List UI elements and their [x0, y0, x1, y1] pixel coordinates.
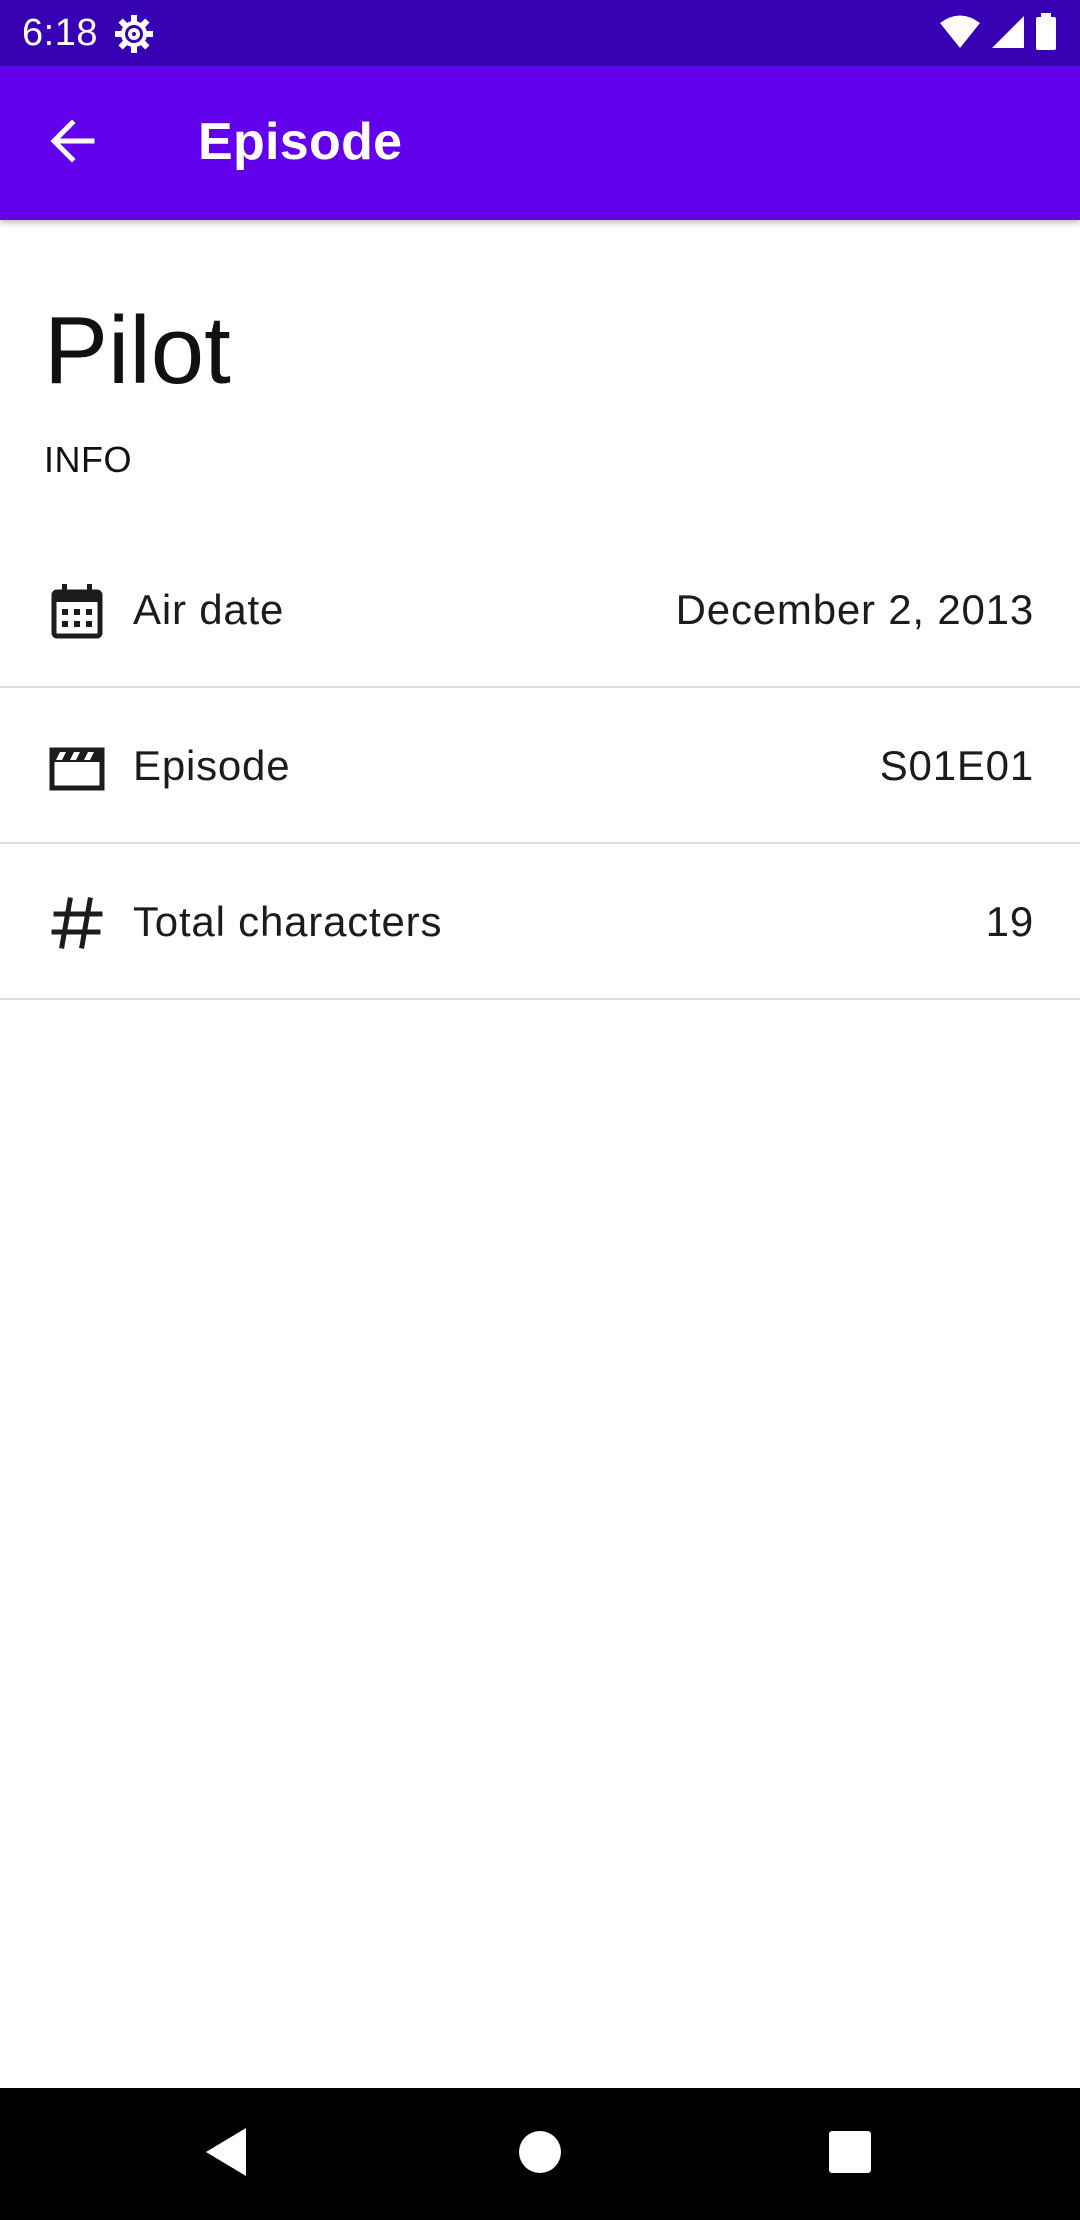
- info-row-label: Total characters: [133, 898, 443, 945]
- app-bar-title: Episode: [198, 113, 403, 171]
- status-icons: [938, 12, 1058, 56]
- info-row-value: December 2, 2013: [675, 586, 1034, 633]
- app-bar: Episode: [0, 66, 1080, 220]
- status-bar: 6:18: [0, 0, 1080, 66]
- system-nav-bar: [0, 2088, 1080, 2220]
- nav-back-button[interactable]: [190, 2118, 262, 2190]
- info-row-value: 19: [985, 898, 1034, 945]
- info-row-value: S01E01: [879, 742, 1034, 789]
- screen: 6:18 Episode Pilot INFO Air date Decembe…: [0, 0, 1080, 2220]
- nav-home-circle-icon: [518, 2130, 562, 2179]
- info-row-label: Air date: [133, 586, 285, 633]
- info-row-air-date: Air date December 2, 2013: [0, 532, 1080, 688]
- arrow-back-icon: [46, 115, 98, 172]
- cell-signal-icon: [990, 14, 1026, 55]
- section-label-info: INFO: [44, 439, 132, 480]
- info-row-label: Episode: [133, 742, 291, 789]
- nav-recents-square-icon: [828, 2130, 872, 2179]
- gear-icon: [114, 14, 154, 54]
- status-time: 6:18: [22, 12, 98, 54]
- hash-icon: [48, 894, 106, 952]
- episode-name: Pilot: [44, 297, 231, 404]
- back-button[interactable]: [38, 109, 106, 177]
- calendar-icon: [48, 582, 106, 640]
- clapperboard-icon: [48, 738, 106, 796]
- nav-back-triangle-icon: [202, 2126, 250, 2183]
- wifi-icon: [938, 14, 982, 55]
- battery-icon: [1034, 12, 1058, 56]
- info-row-total-characters: Total characters 19: [0, 844, 1080, 1000]
- nav-home-button[interactable]: [504, 2118, 576, 2190]
- info-row-episode: Episode S01E01: [0, 688, 1080, 844]
- info-list: Air date December 2, 2013 Episode S01E01…: [0, 532, 1080, 1000]
- nav-recents-button[interactable]: [814, 2118, 886, 2190]
